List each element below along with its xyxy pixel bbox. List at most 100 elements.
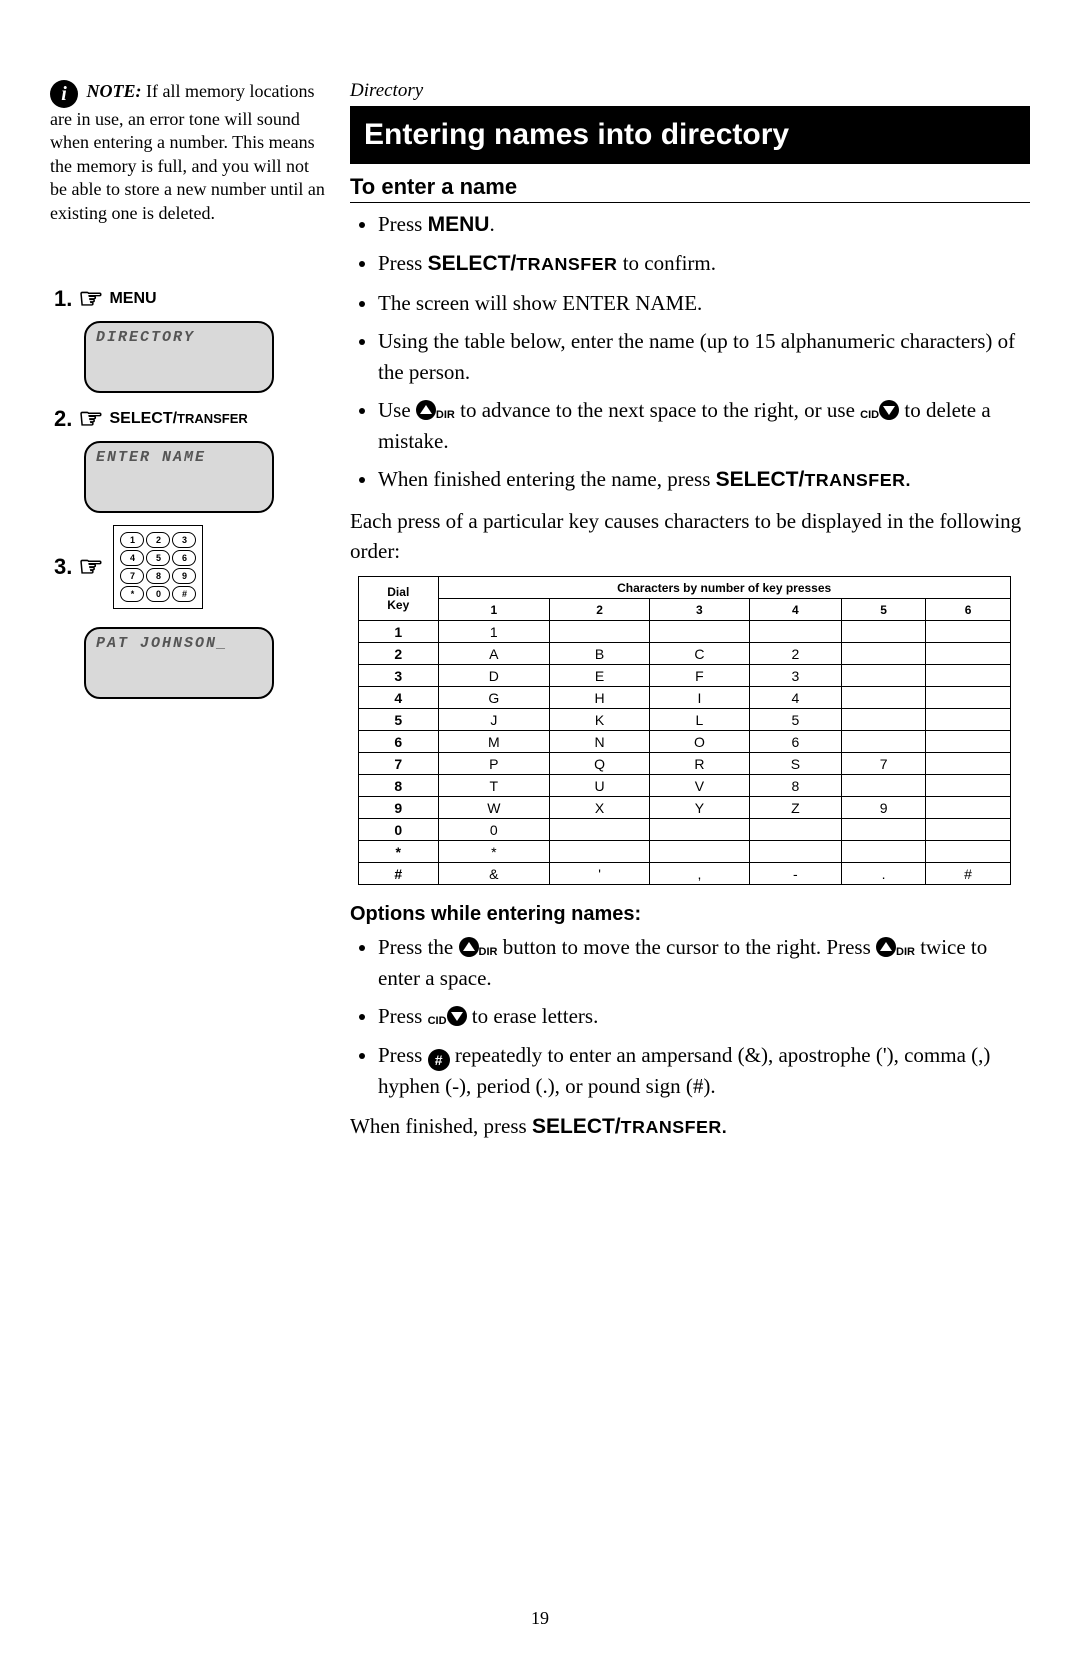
table-cell <box>926 709 1011 731</box>
table-cell: R <box>649 753 749 775</box>
table-header: 6 <box>926 599 1011 621</box>
table-cell: 6 <box>359 731 439 753</box>
table-cell: 0 <box>438 819 550 841</box>
table-cell: T <box>438 775 550 797</box>
table-cell: 4 <box>359 687 439 709</box>
character-table: DialKeyCharacters by number of key press… <box>358 576 1011 885</box>
list-item: Use DIR to advance to the next space to … <box>378 395 1030 456</box>
down-arrow-icon <box>447 1006 467 1026</box>
table-row: 00 <box>359 819 1011 841</box>
table-cell: 9 <box>359 797 439 819</box>
table-cell <box>749 819 841 841</box>
table-header: 2 <box>550 599 650 621</box>
up-arrow-icon <box>416 400 436 420</box>
table-cell: S <box>749 753 841 775</box>
table-header: 5 <box>841 599 925 621</box>
table-cell: Z <box>749 797 841 819</box>
table-cell <box>926 775 1011 797</box>
table-cell <box>550 819 650 841</box>
table-cell: ' <box>550 863 650 885</box>
table-cell: , <box>649 863 749 885</box>
table-cell <box>649 841 749 863</box>
paragraph: Each press of a particular key causes ch… <box>350 506 1030 567</box>
table-cell <box>926 841 1011 863</box>
note-text: If all memory locations are in use, an e… <box>50 81 325 223</box>
table-cell: G <box>438 687 550 709</box>
table-cell <box>749 841 841 863</box>
table-cell <box>926 621 1011 643</box>
list-item: Press SELECT/TRANSFER to confirm. <box>378 248 1030 279</box>
select-transfer-ref: SELECT/TRANSFER. <box>532 1115 727 1138</box>
list-item: Press MENU. <box>378 209 1030 240</box>
cid-label: CID <box>428 1015 447 1027</box>
table-cell: X <box>550 797 650 819</box>
table-cell: 1 <box>359 621 439 643</box>
table-cell <box>649 819 749 841</box>
dir-label: DIR <box>436 409 455 421</box>
table-cell <box>841 819 925 841</box>
keypad-key: # <box>172 586 196 602</box>
table-cell <box>841 709 925 731</box>
keypad-key: 9 <box>172 568 196 584</box>
subheading-options: Options while entering names: <box>350 903 1030 926</box>
press-icon: ☞ <box>78 285 103 313</box>
table-row: 8TUV8 <box>359 775 1011 797</box>
table-cell: 5 <box>749 709 841 731</box>
list-item: When finished entering the name, press S… <box>378 464 1030 495</box>
table-cell: 0 <box>359 819 439 841</box>
table-row: #&',-.# <box>359 863 1011 885</box>
keypad-key: 7 <box>120 568 144 584</box>
section-label: Directory <box>350 80 1030 102</box>
lcd-screen-2: ENTER NAME <box>84 441 274 513</box>
table-cell: 1 <box>438 621 550 643</box>
table-row: ** <box>359 841 1011 863</box>
note-block: i NOTE: If all memory locations are in u… <box>50 80 330 225</box>
table-cell: # <box>359 863 439 885</box>
table-row: 5JKL5 <box>359 709 1011 731</box>
table-row: 9WXYZ9 <box>359 797 1011 819</box>
table-cell: B <box>550 643 650 665</box>
table-cell <box>841 643 925 665</box>
table-cell: 6 <box>749 731 841 753</box>
table-cell <box>841 841 925 863</box>
up-arrow-icon <box>459 937 479 957</box>
step-3: 3. ☞ 123456789*0# <box>54 525 330 609</box>
press-icon: ☞ <box>78 405 103 433</box>
table-cell <box>749 621 841 643</box>
table-cell: O <box>649 731 749 753</box>
table-cell: 7 <box>841 753 925 775</box>
table-cell: 3 <box>749 665 841 687</box>
step-1-num: 1. <box>54 286 72 312</box>
table-cell: M <box>438 731 550 753</box>
table-cell: * <box>359 841 439 863</box>
step-2: 2. ☞ SELECT/TRANSFER <box>54 405 330 433</box>
table-cell: # <box>926 863 1011 885</box>
table-cell <box>926 643 1011 665</box>
keypad-key: 6 <box>172 550 196 566</box>
list-item: Press CID to erase letters. <box>378 1001 1030 1031</box>
table-cell: 8 <box>749 775 841 797</box>
table-cell: C <box>649 643 749 665</box>
steps: 1. ☞ MENU DIRECTORY 2. ☞ SELECT/TRANSFER… <box>50 285 330 699</box>
table-cell <box>926 665 1011 687</box>
table-cell: 9 <box>841 797 925 819</box>
table-cell <box>926 753 1011 775</box>
table-cell: U <box>550 775 650 797</box>
table-row: 2ABC2 <box>359 643 1011 665</box>
table-cell: 2 <box>749 643 841 665</box>
table-cell: . <box>841 863 925 885</box>
instruction-list-1: Press MENU. Press SELECT/TRANSFER to con… <box>350 209 1030 496</box>
table-header: 1 <box>438 599 550 621</box>
table-cell: J <box>438 709 550 731</box>
cid-label: CID <box>860 409 879 421</box>
table-cell: L <box>649 709 749 731</box>
step-3-num: 3. <box>54 554 72 580</box>
lcd-screen-1: DIRECTORY <box>84 321 274 393</box>
keypad-key: 5 <box>146 550 170 566</box>
table-cell: 7 <box>359 753 439 775</box>
select-transfer-ref: SELECT/TRANSFER. <box>716 468 911 491</box>
table-cell: 3 <box>359 665 439 687</box>
step-2-label: SELECT/TRANSFER <box>109 410 247 428</box>
list-item: Press the DIR button to move the cursor … <box>378 932 1030 993</box>
keypad-key: * <box>120 586 144 602</box>
